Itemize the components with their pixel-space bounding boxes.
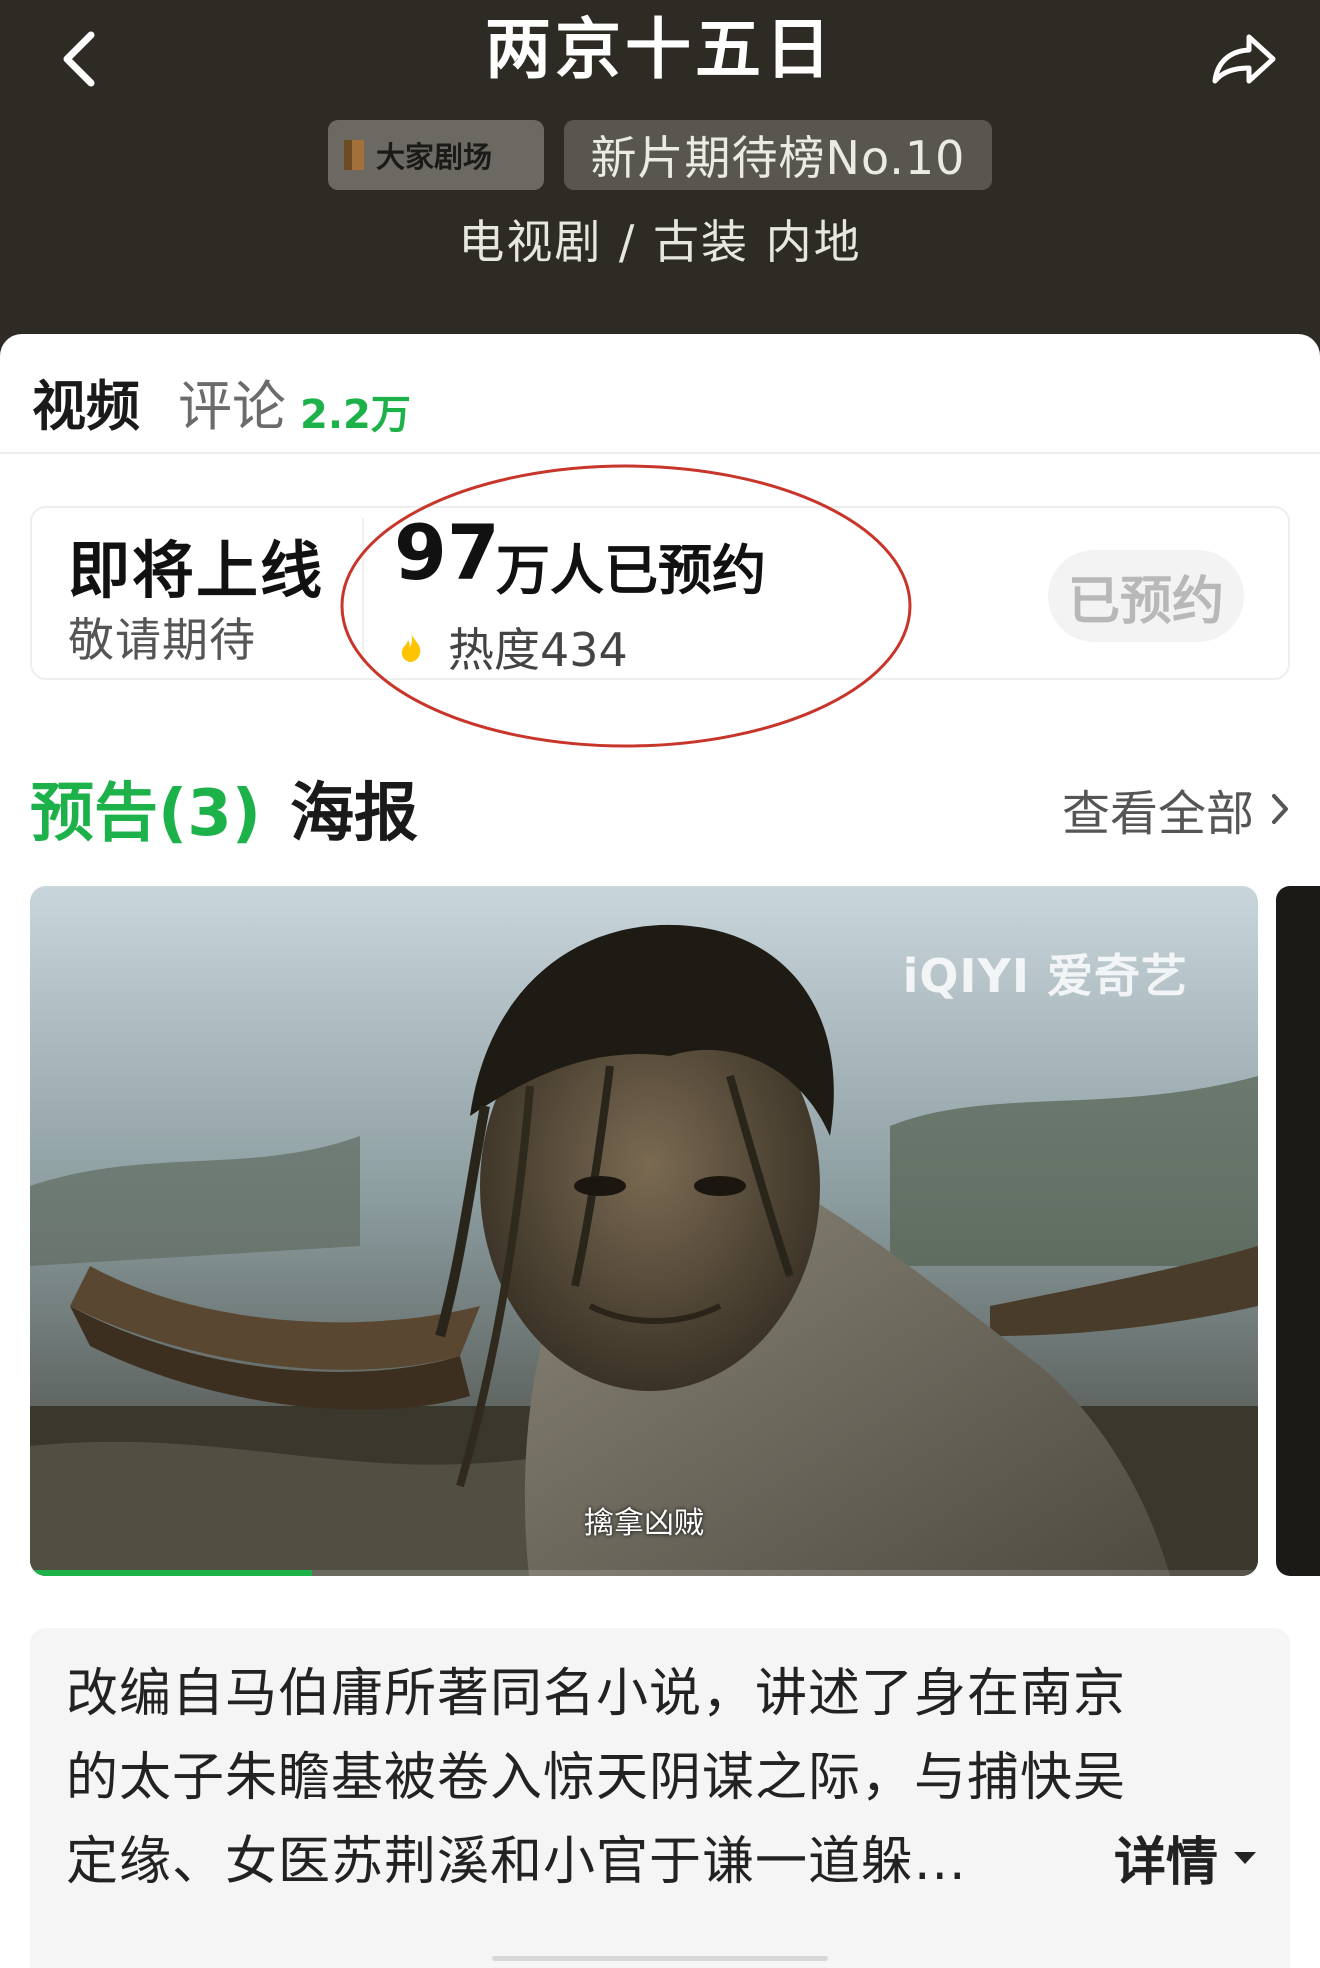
brand-tag[interactable]: 大家剧场 xyxy=(328,120,544,190)
comment-count: 2.2万 xyxy=(300,392,411,438)
card-divider xyxy=(362,518,364,668)
theater-logo-icon xyxy=(344,140,364,170)
synopsis-card: 改编自马伯庸所著同名小说，讲述了身在南京 的太子朱瞻基被卷入惊天阴谋之际，与捕快… xyxy=(30,1628,1290,1968)
details-label: 详情 xyxy=(1113,1833,1218,1893)
bottom-drag-handle[interactable] xyxy=(492,1956,828,1961)
reservation-card: 即将上线 敬请期待 97 万人已预约 热度434 已预约 xyxy=(30,506,1290,680)
synopsis-line: 定缘、女医苏荆溪和小官于谦一道躲... xyxy=(66,1832,967,1892)
reservation-count-text: 万人已预约 xyxy=(496,539,766,602)
video-subtitle: 擒拿凶贼 xyxy=(584,1506,704,1541)
details-button[interactable]: 详情 xyxy=(1114,1820,1258,1895)
release-status-sub: 敬请期待 xyxy=(68,613,256,667)
heat-label: 热度434 xyxy=(448,623,628,677)
flame-icon xyxy=(401,633,421,662)
tab-comments[interactable]: 评论 xyxy=(178,362,286,441)
tab-trailers[interactable]: 预告(3) xyxy=(30,762,261,854)
see-all-label: 查看全部 xyxy=(1061,786,1254,842)
trailer-video[interactable]: iQIYI 爱奇艺 擒拿凶贼 xyxy=(30,886,1258,1576)
share-arrow-icon xyxy=(1212,34,1276,84)
rank-tag[interactable]: 新片期待榜No.10 xyxy=(564,120,992,190)
media-section-header: 预告(3) 海报 查看全部 xyxy=(0,754,1320,854)
heat-indicator: 热度434 xyxy=(398,614,628,680)
chevron-right-icon xyxy=(1272,794,1288,824)
reservation-count-number: 97 xyxy=(394,508,500,597)
tag-row: 大家剧场 新片期待榜No.10 xyxy=(0,120,1320,190)
video-progress-bar[interactable] xyxy=(30,1570,1258,1576)
next-trailer-card[interactable] xyxy=(1276,886,1320,1576)
tab-video[interactable]: 视频 xyxy=(32,362,140,441)
synopsis-line: 的太子朱瞻基被卷入惊天阴谋之际，与捕快吴 xyxy=(66,1748,1127,1808)
see-all-link[interactable]: 查看全部 xyxy=(1062,774,1290,844)
reserved-button[interactable]: 已预约 xyxy=(1048,550,1244,642)
synopsis-line: 改编自马伯庸所著同名小说，讲述了身在南京 xyxy=(66,1664,1127,1724)
brand-tag-label: 大家剧场 xyxy=(376,140,493,174)
rank-tag-label: 新片期待榜No.10 xyxy=(590,131,966,185)
share-button[interactable] xyxy=(1196,14,1292,104)
iqiyi-watermark: iQIYI 爱奇艺 xyxy=(902,949,1188,1003)
tab-posters[interactable]: 海报 xyxy=(290,762,418,854)
genre-line: 电视剧 / 古装 内地 xyxy=(458,215,862,269)
video-progress-fill xyxy=(30,1570,313,1576)
page-title: 两京十五日 xyxy=(485,11,835,88)
caret-down-icon xyxy=(1234,1851,1256,1864)
content-sheet: 视频 评论 2.2万 即将上线 敬请期待 97 万人已预约 热度434 已预约 … xyxy=(0,334,1320,1968)
synopsis-text: 改编自马伯庸所著同名小说，讲述了身在南京 的太子朱瞻基被卷入惊天阴谋之际，与捕快… xyxy=(66,1652,1246,1904)
release-status: 即将上线 xyxy=(68,534,325,607)
tab-bar: 视频 评论 2.2万 xyxy=(0,334,1320,454)
